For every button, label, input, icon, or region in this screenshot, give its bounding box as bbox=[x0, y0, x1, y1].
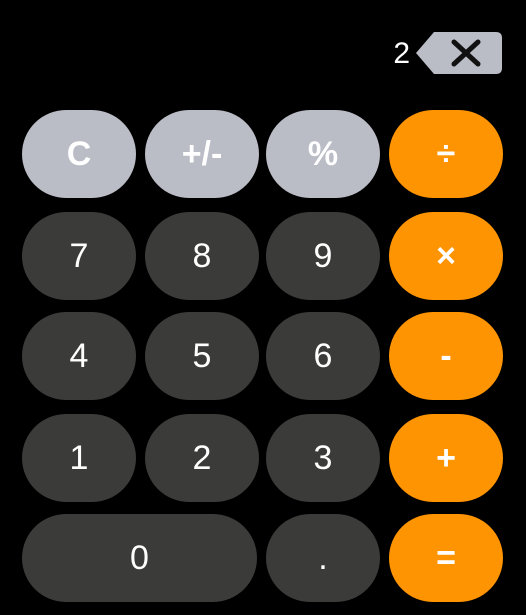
equals-label: = bbox=[436, 538, 456, 577]
clear-button[interactable]: C bbox=[22, 110, 136, 198]
digit-3-button[interactable]: 3 bbox=[266, 414, 380, 502]
digit-7-button[interactable]: 7 bbox=[22, 212, 136, 300]
divide-button[interactable]: ÷ bbox=[389, 110, 503, 198]
display-value: 2 bbox=[393, 37, 410, 70]
digit-1-button[interactable]: 1 bbox=[22, 414, 136, 502]
digit-3-label: 3 bbox=[313, 438, 333, 477]
digit-5-label: 5 bbox=[192, 336, 212, 375]
percent-button[interactable]: % bbox=[266, 110, 380, 198]
multiply-button[interactable]: × bbox=[389, 212, 503, 300]
divide-label: ÷ bbox=[436, 134, 456, 173]
backspace-button[interactable] bbox=[414, 30, 504, 76]
digit-6-label: 6 bbox=[313, 336, 333, 375]
clear-label: C bbox=[66, 134, 92, 173]
digit-9-button[interactable]: 9 bbox=[266, 212, 380, 300]
digit-4-label: 4 bbox=[69, 336, 89, 375]
digit-7-label: 7 bbox=[69, 236, 89, 275]
subtract-button[interactable]: - bbox=[389, 312, 503, 400]
sign-toggle-button[interactable]: +/- bbox=[145, 110, 259, 198]
multiply-label: × bbox=[436, 236, 456, 275]
subtract-label: - bbox=[440, 336, 452, 375]
equals-button[interactable]: = bbox=[389, 514, 503, 602]
digit-5-button[interactable]: 5 bbox=[145, 312, 259, 400]
digit-6-button[interactable]: 6 bbox=[266, 312, 380, 400]
decimal-label: . bbox=[318, 538, 328, 577]
sign-toggle-label: +/- bbox=[181, 134, 223, 173]
digit-9-label: 9 bbox=[313, 236, 333, 275]
digit-1-label: 1 bbox=[69, 438, 89, 477]
percent-label: % bbox=[307, 134, 339, 173]
digit-2-button[interactable]: 2 bbox=[145, 414, 259, 502]
digit-8-label: 8 bbox=[192, 236, 212, 275]
digit-0-button[interactable]: 0 bbox=[22, 514, 257, 602]
add-label: + bbox=[436, 438, 456, 477]
add-button[interactable]: + bbox=[389, 414, 503, 502]
calculator-display: 2 bbox=[0, 0, 526, 100]
digit-2-label: 2 bbox=[192, 438, 212, 477]
digit-0-label: 0 bbox=[130, 538, 149, 577]
decimal-button[interactable]: . bbox=[266, 514, 380, 602]
digit-8-button[interactable]: 8 bbox=[145, 212, 259, 300]
digit-4-button[interactable]: 4 bbox=[22, 312, 136, 400]
backspace-icon bbox=[416, 32, 502, 74]
